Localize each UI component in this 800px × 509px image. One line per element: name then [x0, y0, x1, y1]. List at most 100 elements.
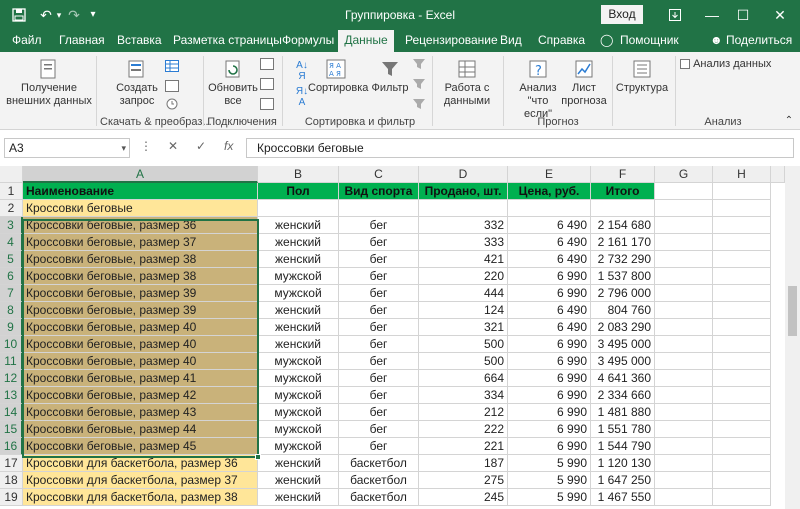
cancel-icon[interactable]: ✕: [168, 139, 178, 153]
sport-cell[interactable]: бег: [339, 421, 419, 438]
enter-icon[interactable]: ✓: [196, 139, 206, 153]
column-header-f[interactable]: F: [591, 166, 655, 183]
empty-cell[interactable]: [713, 285, 771, 302]
fill-handle[interactable]: [255, 454, 261, 460]
save-icon[interactable]: [8, 0, 30, 30]
gender-cell[interactable]: женский: [258, 251, 339, 268]
sold-cell[interactable]: 221: [419, 438, 508, 455]
price-cell[interactable]: 6 990: [508, 387, 591, 404]
empty-cell[interactable]: [655, 217, 713, 234]
empty-cell[interactable]: [655, 472, 713, 489]
outline-button[interactable]: Структура: [614, 58, 670, 95]
name-box-dropdown-icon[interactable]: ▾: [121, 139, 126, 157]
sold-cell[interactable]: [419, 200, 508, 217]
advanced-filter-icon[interactable]: [412, 98, 426, 110]
sold-cell[interactable]: 124: [419, 302, 508, 319]
sport-cell[interactable]: бег: [339, 353, 419, 370]
name-cell[interactable]: Кроссовки беговые, размер 38: [23, 251, 258, 268]
empty-cell[interactable]: [713, 489, 771, 506]
price-cell[interactable]: 6 990: [508, 370, 591, 387]
sold-cell[interactable]: 275: [419, 472, 508, 489]
name-cell[interactable]: Кроссовки беговые, размер 37: [23, 234, 258, 251]
price-cell[interactable]: [508, 200, 591, 217]
total-cell[interactable]: 3 495 000: [591, 336, 655, 353]
refresh-all-button[interactable]: Обновить все: [208, 58, 258, 108]
gender-cell[interactable]: мужской: [258, 421, 339, 438]
total-cell[interactable]: 2 732 290: [591, 251, 655, 268]
total-cell[interactable]: 2 083 290: [591, 319, 655, 336]
sport-cell[interactable]: бег: [339, 251, 419, 268]
column-header-b[interactable]: B: [258, 166, 339, 183]
empty-cell[interactable]: [713, 302, 771, 319]
total-cell[interactable]: 804 760: [591, 302, 655, 319]
tab-data[interactable]: Данные: [338, 30, 394, 52]
price-cell[interactable]: 6 990: [508, 421, 591, 438]
total-cell[interactable]: 2 796 000: [591, 285, 655, 302]
row-header[interactable]: 6: [0, 268, 23, 285]
empty-cell[interactable]: [655, 421, 713, 438]
total-cell[interactable]: [591, 200, 655, 217]
price-cell[interactable]: 5 990: [508, 472, 591, 489]
properties-icon[interactable]: [260, 78, 274, 90]
total-cell[interactable]: 1 544 790: [591, 438, 655, 455]
empty-cell[interactable]: [713, 319, 771, 336]
empty-cell[interactable]: [655, 251, 713, 268]
maximize-icon[interactable]: ☐: [728, 0, 758, 30]
sport-cell[interactable]: [339, 200, 419, 217]
name-cell[interactable]: Кроссовки беговые, размер 38: [23, 268, 258, 285]
empty-cell[interactable]: [713, 387, 771, 404]
row-header[interactable]: 14: [0, 404, 23, 421]
undo-icon[interactable]: ↶: [38, 0, 54, 30]
name-cell[interactable]: Кроссовки беговые: [23, 200, 258, 217]
tab-file[interactable]: Файл: [12, 30, 42, 52]
collapse-ribbon-icon[interactable]: ⌃: [782, 114, 796, 127]
tab-page-layout[interactable]: Разметка страницы: [173, 30, 282, 52]
empty-cell[interactable]: [713, 353, 771, 370]
row-header[interactable]: 9: [0, 319, 23, 336]
sort-button[interactable]: Я АА Я Сортировка: [308, 58, 368, 95]
empty-cell[interactable]: [713, 455, 771, 472]
empty-cell[interactable]: [713, 370, 771, 387]
minimize-icon[interactable]: —: [697, 0, 727, 30]
name-cell[interactable]: Кроссовки беговые, размер 40: [23, 319, 258, 336]
name-cell[interactable]: Кроссовки беговые, размер 39: [23, 302, 258, 319]
table-icon[interactable]: [165, 60, 179, 72]
price-cell[interactable]: 6 990: [508, 336, 591, 353]
empty-cell[interactable]: [713, 268, 771, 285]
undo-dropdown-icon[interactable]: ▾: [54, 0, 64, 30]
sign-in-button[interactable]: Вход: [601, 5, 643, 24]
empty-cell[interactable]: [655, 336, 713, 353]
total-cell[interactable]: 2 154 680: [591, 217, 655, 234]
name-cell[interactable]: Кроссовки беговые, размер 40: [23, 336, 258, 353]
name-cell[interactable]: Кроссовки беговые, размер 41: [23, 370, 258, 387]
sold-cell[interactable]: 212: [419, 404, 508, 421]
gender-cell[interactable]: мужской: [258, 370, 339, 387]
column-header-c[interactable]: C: [339, 166, 419, 183]
header-cell-sport[interactable]: Вид спорта: [339, 183, 419, 200]
sport-cell[interactable]: бег: [339, 370, 419, 387]
price-cell[interactable]: 6 490: [508, 234, 591, 251]
scrollbar-thumb[interactable]: [788, 286, 797, 336]
gender-cell[interactable]: женский: [258, 302, 339, 319]
empty-cell[interactable]: [713, 217, 771, 234]
formula-input[interactable]: Кроссовки беговые: [246, 138, 794, 158]
price-cell[interactable]: 6 990: [508, 353, 591, 370]
column-header-d[interactable]: D: [419, 166, 508, 183]
price-cell[interactable]: 6 990: [508, 268, 591, 285]
empty-cell[interactable]: [713, 234, 771, 251]
empty-cell[interactable]: [713, 336, 771, 353]
sport-cell[interactable]: бег: [339, 234, 419, 251]
tab-help[interactable]: Справка: [538, 30, 585, 52]
total-cell[interactable]: 1 537 800: [591, 268, 655, 285]
gender-cell[interactable]: [258, 200, 339, 217]
row-header[interactable]: 2: [0, 200, 23, 217]
sold-cell[interactable]: 220: [419, 268, 508, 285]
insert-function-icon[interactable]: fx: [224, 139, 233, 153]
price-cell[interactable]: 6 990: [508, 438, 591, 455]
tab-view[interactable]: Вид: [500, 30, 522, 52]
name-cell[interactable]: Кроссовки для баскетбола, размер 37: [23, 472, 258, 489]
sport-cell[interactable]: бег: [339, 336, 419, 353]
sport-cell[interactable]: бег: [339, 302, 419, 319]
total-cell[interactable]: 3 495 000: [591, 353, 655, 370]
empty-cell[interactable]: [713, 472, 771, 489]
